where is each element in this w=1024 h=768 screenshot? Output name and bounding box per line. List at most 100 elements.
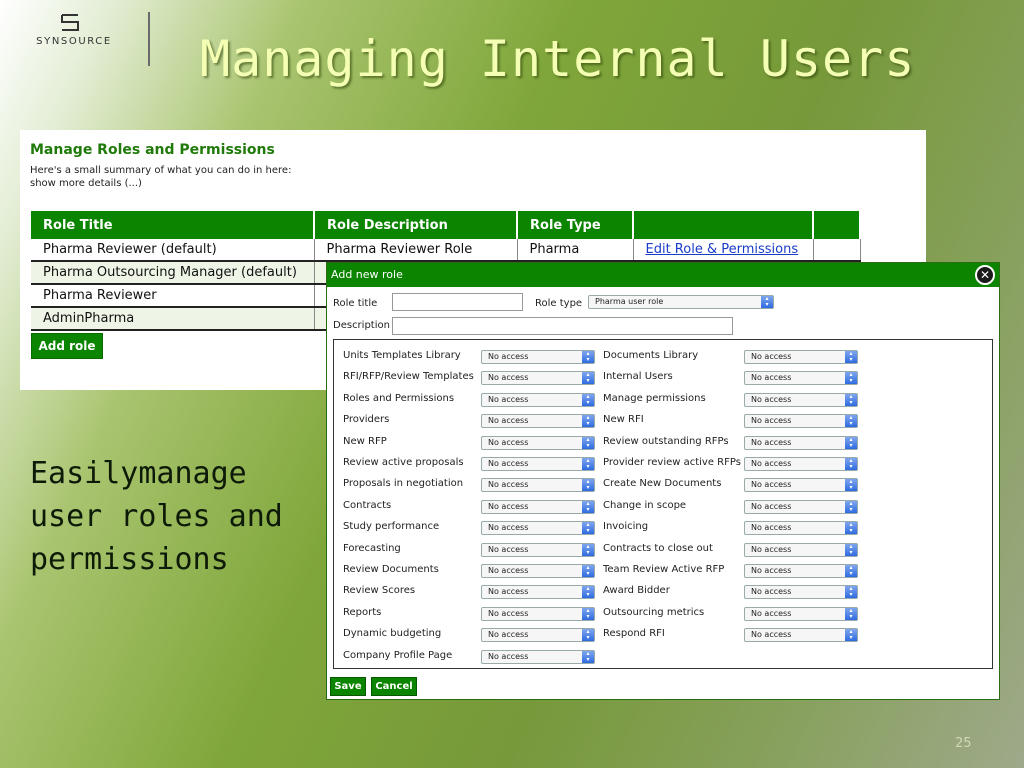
permission-access-value: No access (751, 437, 792, 447)
role-title-input[interactable] (392, 293, 523, 311)
role-type-value: Pharma user role (595, 297, 664, 306)
permission-row: Create New Documents No access ▴ ▾ (334, 476, 934, 493)
edit-role-permissions-link[interactable]: Edit Role & Permissions (646, 242, 799, 257)
select-arrows-icon: ▴ ▾ (582, 650, 594, 663)
permission-access-select[interactable]: No access ▴ ▾ (744, 564, 858, 578)
roles-panel-title: Manage Roles and Permissions (30, 142, 275, 158)
permission-label: Team Review Active RFP (603, 564, 725, 575)
select-arrows-icon: ▴ ▾ (845, 629, 857, 642)
permission-row: Invoicing No access ▴ ▾ (334, 519, 934, 536)
permission-access-select[interactable]: No access ▴ ▾ (744, 499, 858, 514)
select-arrows-icon: ▴ ▾ (845, 586, 857, 599)
permission-access-select[interactable]: No access ▴ ▾ (744, 371, 858, 386)
dialog-header: Add new role ✕ (327, 263, 999, 287)
column-header-role-description: Role Description (314, 211, 518, 239)
permission-label: Documents Library (603, 350, 699, 361)
tagline-line: user roles and (30, 499, 283, 534)
select-arrows-icon: ▴ ▾ (845, 393, 857, 406)
permission-access-select[interactable]: No access ▴ ▾ (481, 649, 595, 664)
permission-access-value: No access (751, 566, 792, 575)
select-arrows-icon: ▴ ▾ (761, 296, 773, 308)
permission-label: Change in scope (603, 499, 687, 511)
permission-access-select[interactable]: No access ▴ ▾ (744, 435, 858, 450)
permission-label: Review outstanding RFPs (603, 435, 729, 447)
permission-row: Award Bidder No access ▴ ▾ (334, 583, 934, 600)
permission-row: Company Profile Page No access ▴ ▾ (334, 648, 934, 664)
permission-access-select[interactable]: No access ▴ ▾ (744, 542, 858, 557)
permission-row: Contracts to close out No access ▴ ▾ (334, 541, 934, 557)
permission-row: New RFI No access ▴ ▾ (334, 412, 934, 429)
permission-label: Respond RFI (603, 628, 665, 640)
select-arrows-icon: ▴ ▾ (845, 351, 857, 363)
role-extra-cell (813, 239, 861, 262)
permission-access-value: No access (751, 394, 792, 404)
permission-access-value: No access (751, 523, 792, 533)
permission-access-select[interactable]: No access ▴ ▾ (744, 585, 858, 600)
permission-access-value: No access (751, 501, 792, 511)
permission-label: New RFI (603, 414, 644, 426)
permission-access-select[interactable]: No access ▴ ▾ (744, 521, 858, 536)
permission-label: Invoicing (603, 521, 649, 533)
description-input[interactable] (392, 317, 733, 335)
slide-title: Managing Internal Users (200, 30, 916, 88)
column-header-role-type: Role Type (517, 211, 634, 239)
add-role-button[interactable]: Add role (31, 333, 103, 359)
permission-access-select[interactable]: No access ▴ ▾ (744, 350, 858, 364)
select-arrows-icon: ▴ ▾ (845, 415, 857, 428)
permission-access-select[interactable]: No access ▴ ▾ (744, 414, 858, 429)
roles-table-header: Role Title Role Description Role Type (31, 211, 861, 239)
permission-label: Provider review active RFPs (603, 457, 741, 468)
select-arrows-icon: ▴ ▾ (845, 372, 857, 385)
permission-label: Award Bidder (603, 585, 670, 597)
select-arrows-icon: ▴ ▾ (845, 543, 857, 556)
permission-access-value: No access (751, 544, 792, 554)
tagline-line: permissions (30, 542, 229, 577)
permission-access-select[interactable]: No access ▴ ▾ (744, 392, 858, 407)
header-divider (148, 12, 150, 66)
select-arrows-icon: ▴ ▾ (845, 565, 857, 577)
permission-access-value: No access (751, 373, 792, 383)
role-description-cell: Pharma Reviewer Role (314, 239, 518, 262)
permission-access-select[interactable]: No access ▴ ▾ (744, 457, 858, 471)
select-arrows-icon: ▴ ▾ (845, 458, 857, 470)
permission-label: Internal Users (603, 371, 673, 383)
column-header-actions (633, 211, 814, 239)
permission-row: Change in scope No access ▴ ▾ (334, 498, 934, 514)
permission-label: Contracts to close out (603, 542, 713, 554)
save-button[interactable]: Save (330, 677, 366, 696)
column-header-extra (813, 211, 861, 239)
permission-row: Documents Library No access ▴ ▾ (334, 348, 934, 364)
permissions-grid: Units Templates Library No access ▴ ▾ RFI/RF… (333, 339, 993, 669)
synsource-s-mark-icon (61, 14, 79, 31)
permission-access-value: No access (751, 480, 792, 490)
cancel-button[interactable]: Cancel (371, 677, 417, 696)
permission-access-select[interactable]: No access ▴ ▾ (744, 478, 858, 493)
role-type-label: Role type (535, 298, 583, 309)
description-label: Description (333, 320, 390, 331)
permission-access-value: No access (751, 459, 792, 468)
permission-label: Outsourcing metrics (603, 606, 705, 618)
permission-access-select[interactable]: No access ▴ ▾ (744, 606, 858, 621)
show-more-details-link[interactable]: show more details (...) (30, 177, 291, 190)
roles-intro-text: Here's a small summary of what you can d… (30, 165, 292, 176)
close-icon[interactable]: ✕ (975, 265, 995, 285)
role-title-cell: Pharma Outsourcing Manager (default) (31, 261, 315, 285)
role-type-select[interactable]: Pharma user role ▴ ▾ (588, 295, 774, 309)
permission-row: Review outstanding RFPs No access ▴ ▾ (334, 434, 934, 450)
table-row: Pharma Reviewer (default) Pharma Reviewe… (31, 239, 861, 262)
role-title-cell: Pharma Reviewer (default) (31, 239, 315, 262)
tagline-line: Easilymanage (30, 456, 247, 491)
logo-text: SYNSOURCE (36, 36, 112, 47)
permission-access-value: No access (751, 352, 792, 361)
role-title-cell: AdminPharma (31, 307, 315, 331)
permission-access-value: No access (488, 651, 529, 661)
column-header-role-title: Role Title (31, 211, 315, 239)
role-title-label: Role title (333, 298, 378, 309)
select-arrows-icon: ▴ ▾ (845, 522, 857, 535)
add-new-role-dialog: Add new role ✕ Role title Role type Phar… (326, 262, 1000, 700)
permission-label: Company Profile Page (343, 649, 453, 661)
synsource-logo: SYNSOURCE (18, 12, 130, 56)
dialog-title: Add new role (331, 268, 403, 281)
permission-access-select[interactable]: No access ▴ ▾ (744, 628, 858, 643)
permission-access-value: No access (751, 608, 792, 618)
